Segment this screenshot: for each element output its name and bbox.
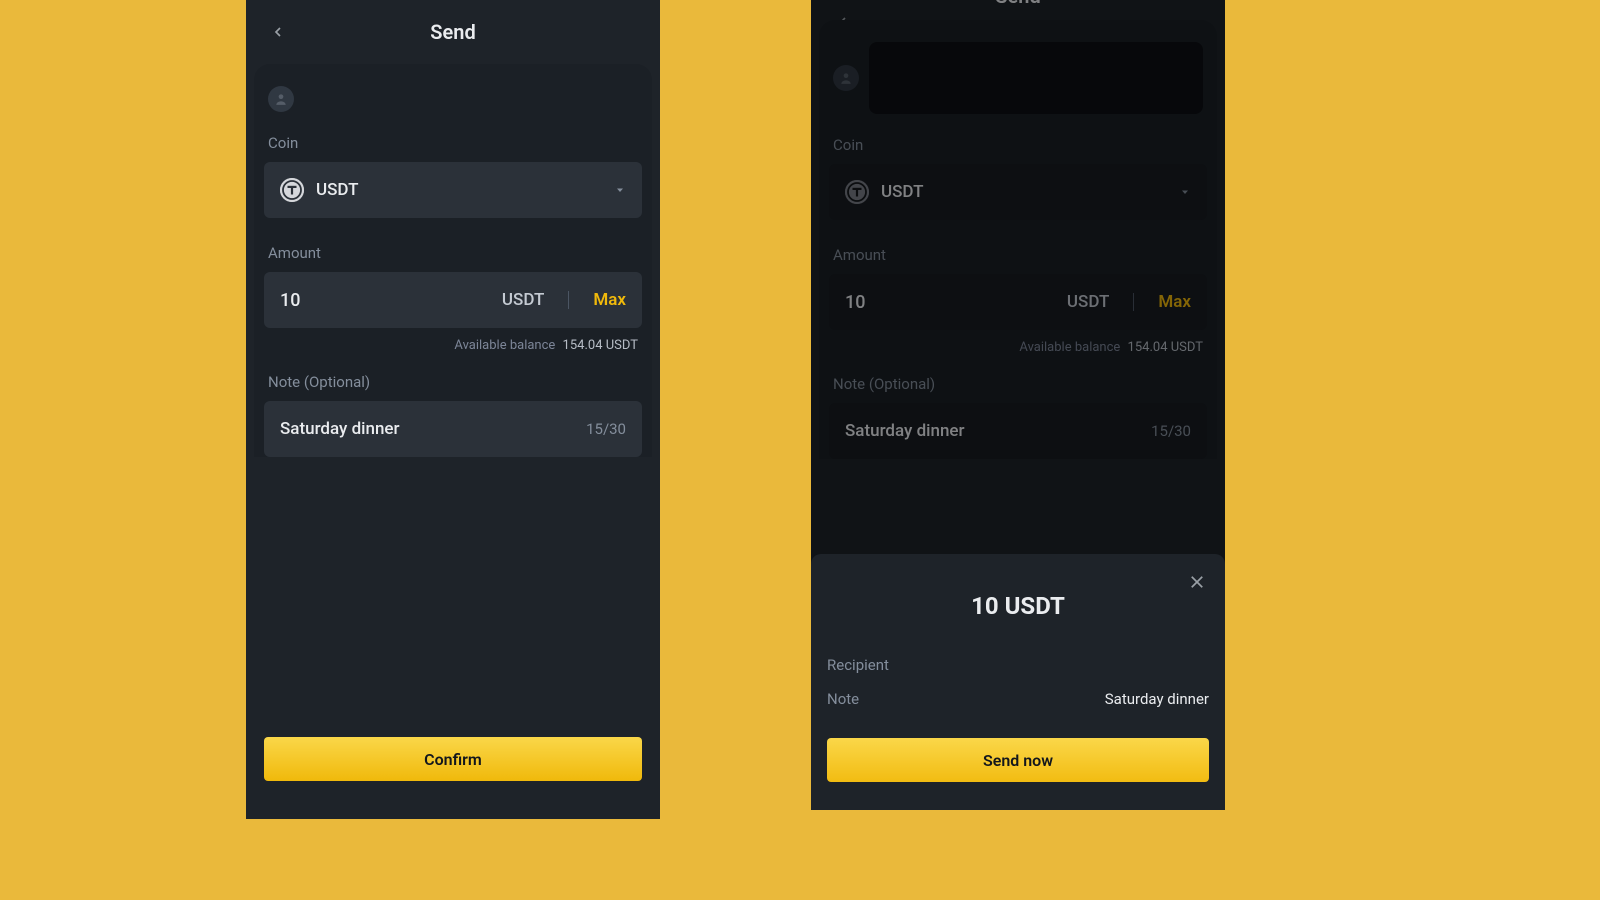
recipient-avatar[interactable] — [268, 86, 294, 112]
recipient-field[interactable] — [869, 42, 1203, 114]
send-screen-with-sheet: Send Coin USDT — [811, 0, 1225, 810]
separator — [568, 291, 569, 309]
person-icon — [274, 92, 288, 106]
available-value: 154.04 USDT — [563, 338, 638, 353]
chevron-down-icon — [614, 181, 626, 200]
sheet-recipient-row: Recipient — [827, 648, 1209, 682]
recipient-label: Recipient — [827, 656, 889, 674]
amount-field[interactable]: 10 USDT Max — [264, 272, 642, 328]
header: Send — [246, 0, 660, 64]
send-form-card: Coin USDT Amount 10 — [819, 20, 1217, 459]
available-balance: Available balance 154.04 USDT — [264, 328, 642, 353]
coin-selector[interactable]: USDT — [829, 164, 1207, 220]
back-button[interactable] — [829, 8, 857, 20]
note-counter: 15/30 — [586, 420, 626, 438]
amount-label: Amount — [829, 246, 1207, 274]
header: Send — [811, 0, 1225, 20]
max-button[interactable]: Max — [1158, 292, 1191, 312]
note-counter: 15/30 — [1151, 422, 1191, 440]
send-screen: Send Coin USDT — [246, 0, 660, 819]
available-balance: Available balance 154.04 USDT — [829, 330, 1207, 355]
note-field[interactable]: Saturday dinner 15/30 — [264, 401, 642, 457]
sheet-note-label: Note — [827, 690, 859, 708]
confirm-button[interactable]: Confirm — [264, 737, 642, 781]
coin-selector[interactable]: USDT — [264, 162, 642, 218]
back-button[interactable] — [264, 18, 292, 46]
sheet-amount: 10 USDT — [827, 576, 1209, 648]
coin-label: Coin — [264, 134, 642, 162]
confirm-sheet: 10 USDT Recipient Note Saturday dinner S… — [811, 554, 1225, 810]
close-button[interactable] — [1183, 568, 1211, 596]
sheet-note-row: Note Saturday dinner — [827, 682, 1209, 716]
chevron-left-icon — [835, 14, 851, 20]
available-value: 154.04 USDT — [1128, 340, 1203, 355]
chevron-left-icon — [270, 24, 286, 40]
separator — [1133, 293, 1134, 311]
amount-value: 10 — [280, 290, 490, 311]
page-title: Send — [811, 0, 1225, 8]
amount-field[interactable]: 10 USDT Max — [829, 274, 1207, 330]
amount-value: 10 — [845, 292, 1055, 313]
send-form-card: Coin USDT Amount 10 — [254, 64, 652, 457]
send-now-button[interactable]: Send now — [827, 738, 1209, 782]
coin-value: USDT — [881, 182, 1167, 202]
chevron-down-icon — [1179, 183, 1191, 202]
usdt-icon — [845, 180, 869, 204]
amount-unit: USDT — [1067, 292, 1109, 312]
available-label: Available balance — [1019, 340, 1120, 355]
note-field[interactable]: Saturday dinner 15/30 — [829, 403, 1207, 459]
recipient-avatar[interactable] — [833, 65, 859, 91]
amount-label: Amount — [264, 244, 642, 272]
sheet-note-value: Saturday dinner — [1105, 690, 1209, 708]
coin-value: USDT — [316, 180, 602, 200]
amount-unit: USDT — [502, 290, 544, 310]
close-icon — [1188, 573, 1206, 591]
person-icon — [839, 71, 853, 85]
note-label: Note (Optional) — [264, 373, 642, 401]
coin-label: Coin — [829, 136, 1207, 164]
note-label: Note (Optional) — [829, 375, 1207, 403]
note-value: Saturday dinner — [845, 421, 1139, 441]
max-button[interactable]: Max — [593, 290, 626, 310]
available-label: Available balance — [454, 338, 555, 353]
note-value: Saturday dinner — [280, 419, 574, 439]
page-title: Send — [246, 20, 660, 44]
usdt-icon — [280, 178, 304, 202]
